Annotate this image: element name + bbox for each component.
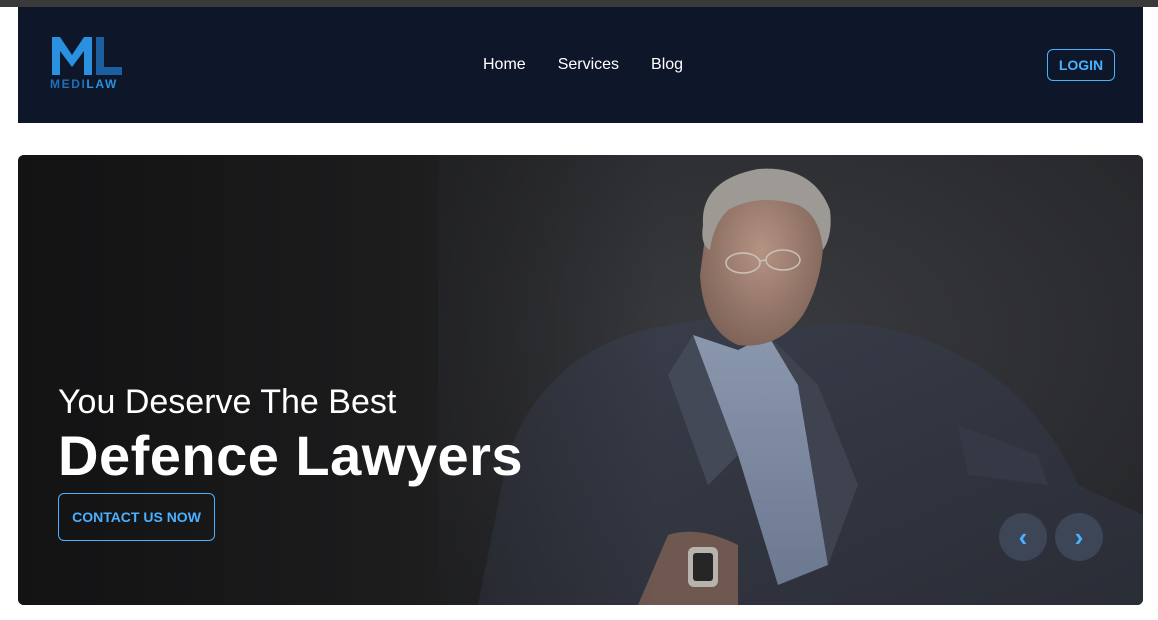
main-nav: Home Services Blog	[483, 56, 683, 74]
slider-prev-button[interactable]: ‹	[999, 513, 1047, 561]
contact-us-button[interactable]: CONTACT US NOW	[58, 493, 215, 541]
site-header: MEDILAW Home Services Blog LOGIN	[18, 7, 1143, 123]
browser-top-strip	[0, 0, 1158, 7]
logo-wordmark-law: LAW	[86, 77, 118, 91]
logo-wordmark-medi: MEDI	[50, 77, 87, 91]
chevron-left-icon: ‹	[1018, 521, 1028, 552]
medilaw-logo[interactable]: MEDILAW	[50, 33, 126, 95]
nav-blog[interactable]: Blog	[651, 56, 683, 74]
login-button[interactable]: LOGIN	[1047, 49, 1115, 81]
logo-wordmark: MEDILAW	[50, 77, 130, 91]
chevron-right-icon: ›	[1074, 521, 1084, 552]
hero-subtitle: You Deserve The Best	[58, 383, 397, 421]
slider-next-button[interactable]: ›	[1055, 513, 1103, 561]
nav-services[interactable]: Services	[558, 56, 619, 74]
hero-title: Defence Lawyers	[58, 424, 524, 487]
ml-monogram-icon	[52, 37, 122, 75]
nav-home[interactable]: Home	[483, 56, 526, 74]
hero-slider: You Deserve The Best Defence Lawyers CON…	[18, 155, 1143, 605]
